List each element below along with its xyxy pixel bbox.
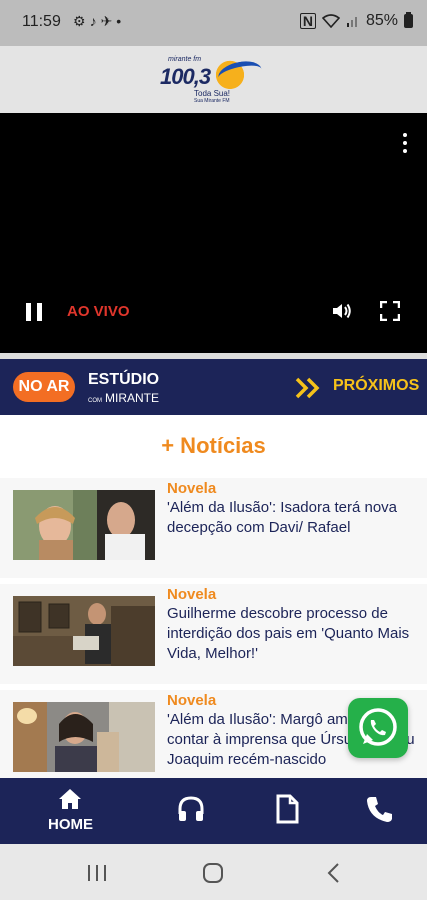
headphones-icon[interactable] xyxy=(176,794,206,824)
bird-icon: ✈ xyxy=(100,13,117,29)
tiktok-icon: ♪ xyxy=(89,13,101,29)
home-system-icon[interactable] xyxy=(198,860,228,886)
system-icons: N 85% xyxy=(299,12,413,30)
station-logo[interactable]: mirante fm 100,3 Toda Sua! Sua Mirante F… xyxy=(158,52,266,108)
logo-top-text: mirante fm xyxy=(168,56,202,63)
document-icon[interactable] xyxy=(272,794,302,824)
whatsapp-button[interactable] xyxy=(348,698,408,758)
pause-button[interactable] xyxy=(26,303,42,321)
news-thumbnail xyxy=(13,596,155,666)
next-programs-link[interactable]: PRÓXIMOS xyxy=(333,377,419,395)
battery-percent: 85% xyxy=(365,12,398,29)
system-nav-bar xyxy=(0,844,427,900)
video-player[interactable]: AO VIVO xyxy=(0,113,427,353)
notification-icons: ⚙♪✈• xyxy=(73,13,125,30)
wifi-icon xyxy=(321,14,340,28)
logo-tagline: Toda Sua! xyxy=(194,89,231,98)
double-chevron-icon[interactable] xyxy=(294,376,322,400)
news-headline[interactable]: Guilherme descobre processo de interdiçã… xyxy=(167,604,417,664)
nav-home-label: HOME xyxy=(48,816,93,833)
news-category: Novela xyxy=(167,480,217,497)
nav-home[interactable]: HOME xyxy=(40,778,102,844)
dot-icon: • xyxy=(116,13,126,29)
gear-icon: ⚙ xyxy=(73,13,90,29)
news-headline[interactable]: 'Além da Ilusão': Isadora terá nova dece… xyxy=(167,498,417,538)
program-host: COM MIRANTE xyxy=(88,391,159,405)
nfc-icon: N xyxy=(299,13,316,29)
status-bar: 11:59 ⚙♪✈• N 85% xyxy=(0,0,427,46)
home-icon xyxy=(59,789,81,809)
live-label: AO VIVO xyxy=(67,303,130,320)
bottom-nav: HOME xyxy=(0,778,427,844)
battery-icon xyxy=(404,12,413,28)
news-category: Novela xyxy=(167,692,217,709)
more-options-icon[interactable] xyxy=(403,133,407,157)
on-air-bar: NO AR ESTÚDIO COM MIRANTE PRÓXIMOS xyxy=(0,359,427,415)
news-thumbnail xyxy=(13,490,155,560)
header: mirante fm 100,3 Toda Sua! Sua Mirante F… xyxy=(0,46,427,113)
phone-icon[interactable] xyxy=(365,794,395,824)
news-item[interactable]: Novela Guilherme descobre processo de in… xyxy=(0,584,427,684)
news-item[interactable]: Novela 'Além da Ilusão': Isadora terá no… xyxy=(0,478,427,578)
logo-sub-tagline: Sua Mirante FM xyxy=(194,98,230,104)
back-icon[interactable] xyxy=(320,860,350,886)
fullscreen-icon[interactable] xyxy=(380,301,400,321)
recent-apps-icon[interactable] xyxy=(82,860,112,886)
status-time: 11:59 xyxy=(22,13,61,30)
whatsapp-icon xyxy=(359,708,397,746)
news-category: Novela xyxy=(167,586,217,603)
news-thumbnail xyxy=(13,702,155,772)
program-title: ESTÚDIO xyxy=(88,371,160,388)
logo-number: 100,3 xyxy=(160,64,211,89)
on-air-badge: NO AR xyxy=(13,372,75,402)
signal-icon xyxy=(346,17,357,27)
news-section-title: + Notícias xyxy=(161,433,266,458)
volume-icon[interactable] xyxy=(330,299,354,323)
